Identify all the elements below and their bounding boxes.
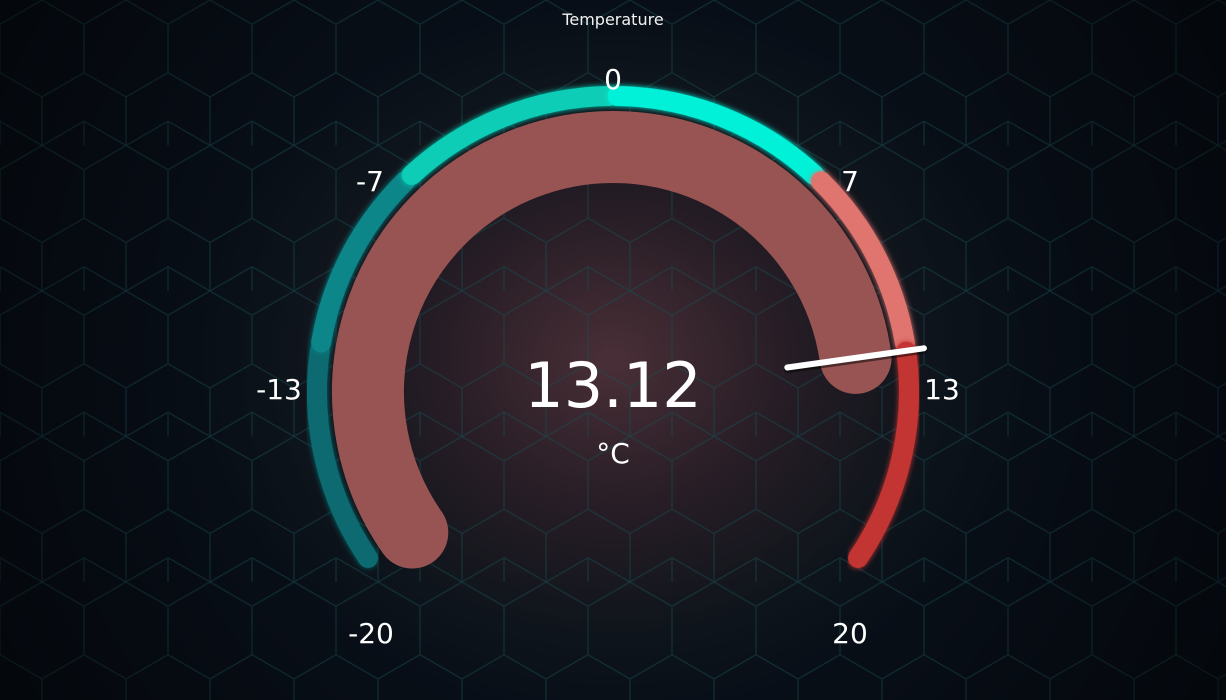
gauge-unit-label: °C bbox=[596, 437, 630, 470]
gauge-value-readout: 13.12 bbox=[524, 349, 702, 422]
tick-label-zero: 0 bbox=[604, 63, 622, 96]
gauge-title: Temperature bbox=[562, 10, 664, 29]
gauge-value-bar bbox=[332, 111, 892, 569]
gauge-widget: Temperature 13.12 °C -20 -13 -7 0 7 13 2… bbox=[0, 0, 1226, 700]
tick-label-min: -20 bbox=[348, 617, 394, 650]
tick-label-neg7: -7 bbox=[356, 165, 384, 198]
tick-label-max: 20 bbox=[832, 617, 868, 650]
tick-label-13: 13 bbox=[924, 373, 960, 406]
tick-label-neg13: -13 bbox=[256, 373, 302, 406]
tick-label-7: 7 bbox=[841, 165, 859, 198]
